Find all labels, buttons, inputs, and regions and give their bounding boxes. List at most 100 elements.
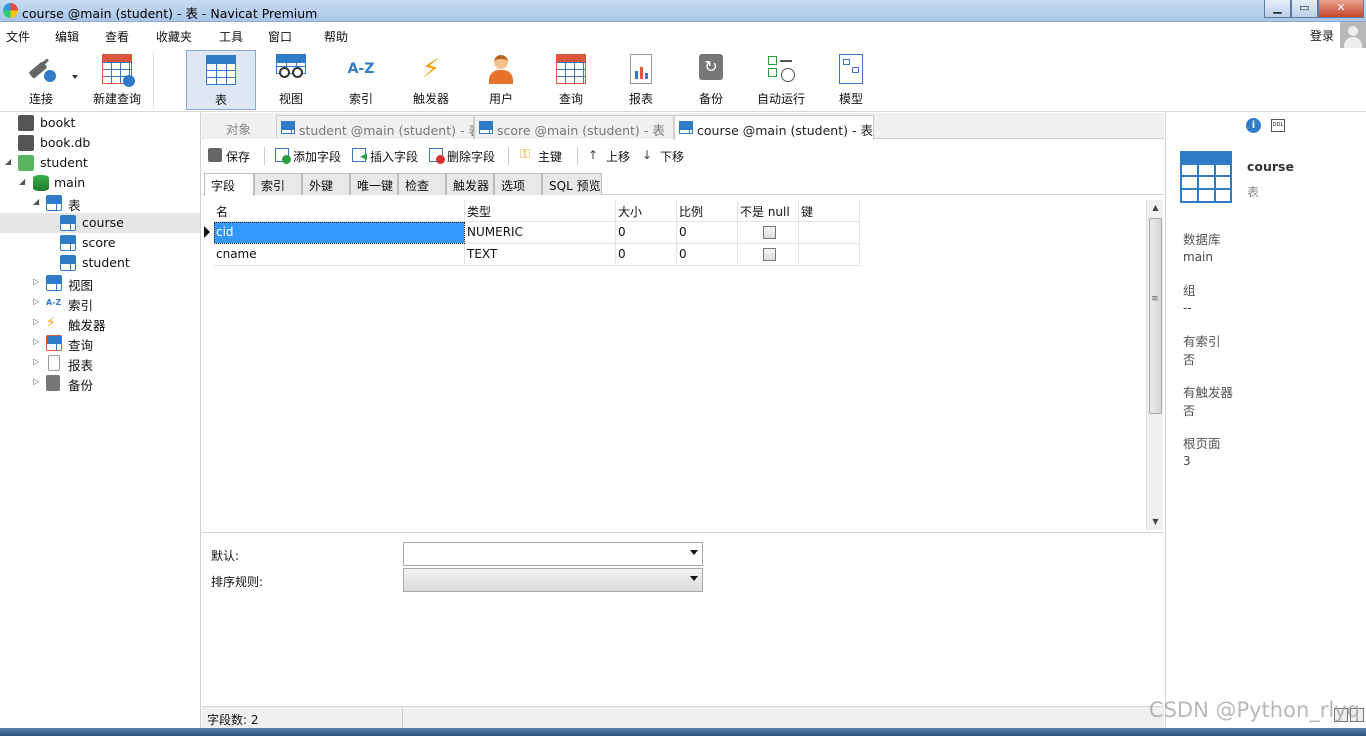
user-avatar[interactable] bbox=[1340, 22, 1366, 48]
tree-item-bookt[interactable]: bookt bbox=[0, 113, 200, 133]
tree-item-indexes[interactable]: ▷ A-Z 索引 bbox=[0, 293, 200, 314]
field-type-cell[interactable]: TEXT bbox=[465, 244, 616, 266]
field-size-cell[interactable]: 0 bbox=[616, 244, 677, 266]
tab-course-table[interactable]: course @main (student) - 表 bbox=[674, 115, 874, 140]
new-query-button[interactable]: 新建查询 bbox=[90, 50, 144, 110]
scroll-down-icon[interactable]: ▼ bbox=[1147, 514, 1164, 530]
scroll-up-icon[interactable]: ▲ bbox=[1147, 200, 1164, 216]
not-null-checkbox[interactable] bbox=[763, 226, 776, 239]
tree-item-reports[interactable]: ▷ 报表 bbox=[0, 353, 200, 373]
maximize-button[interactable]: ▭ bbox=[1291, 0, 1318, 18]
menu-help[interactable]: 帮助 bbox=[324, 28, 348, 45]
tab-student-table[interactable]: student @main (student) - 表 bbox=[276, 115, 481, 139]
column-header-type[interactable]: 类型 bbox=[465, 200, 616, 222]
trigger-button[interactable]: ⚡ 触发器 bbox=[402, 50, 460, 110]
tree-item-student-table[interactable]: student bbox=[0, 253, 200, 273]
field-scale-cell[interactable]: 0 bbox=[677, 244, 738, 266]
collapsed-arrow-icon[interactable]: ▷ bbox=[33, 318, 41, 326]
new-query-icon bbox=[102, 54, 135, 87]
backup-button[interactable]: ↻ 备份 bbox=[682, 50, 740, 110]
delete-field-button[interactable]: 删除字段 bbox=[429, 148, 495, 165]
field-not-null-cell[interactable] bbox=[738, 244, 799, 266]
tab-score-table[interactable]: score @main (student) - 表 bbox=[474, 115, 674, 139]
grid-vertical-scrollbar[interactable]: ▲ ≡ ▼ bbox=[1146, 200, 1163, 530]
tree-item-main-database[interactable]: ◢ main bbox=[0, 173, 200, 193]
collapsed-arrow-icon[interactable]: ▷ bbox=[33, 338, 41, 346]
subtab-triggers[interactable]: 触发器 bbox=[446, 173, 494, 195]
index-az-icon: A-Z bbox=[46, 298, 62, 307]
move-down-button[interactable]: ↓ 下移 bbox=[642, 148, 684, 165]
subtab-options[interactable]: 选项 bbox=[494, 173, 542, 195]
field-not-null-cell[interactable] bbox=[738, 222, 799, 244]
query-icon bbox=[46, 335, 62, 351]
field-key-cell[interactable] bbox=[799, 222, 860, 244]
tree-item-course[interactable]: course bbox=[0, 213, 200, 233]
field-count-text: 字段数: 2 bbox=[207, 713, 259, 727]
info-icon[interactable]: i bbox=[1246, 118, 1261, 133]
primary-key-button[interactable]: ⚿ 主键 bbox=[520, 148, 562, 165]
query-button[interactable]: 查询 bbox=[542, 50, 600, 110]
tree-item-score[interactable]: score bbox=[0, 233, 200, 253]
subtab-unique-keys[interactable]: 唯一键 bbox=[350, 173, 398, 195]
ddl-icon[interactable]: DDL bbox=[1271, 119, 1285, 132]
subtab-fields[interactable]: 字段 bbox=[204, 173, 254, 196]
add-field-button[interactable]: 添加字段 bbox=[275, 148, 341, 165]
field-scale-cell[interactable]: 0 bbox=[677, 222, 738, 244]
field-key-cell[interactable] bbox=[799, 244, 860, 266]
column-header-not-null[interactable]: 不是 null bbox=[738, 200, 799, 222]
minimize-button[interactable]: ▁ bbox=[1264, 0, 1291, 18]
index-button[interactable]: A-Z 索引 bbox=[332, 50, 390, 110]
expanded-arrow-icon[interactable]: ◢ bbox=[33, 198, 41, 206]
column-header-key[interactable]: 键 bbox=[799, 200, 860, 222]
report-button[interactable]: 报表 bbox=[612, 50, 670, 110]
menu-favorites[interactable]: 收藏夹 bbox=[156, 28, 192, 45]
move-up-button[interactable]: ↑ 上移 bbox=[588, 148, 630, 165]
close-button[interactable]: ✕ bbox=[1318, 0, 1364, 18]
default-select[interactable] bbox=[403, 542, 703, 566]
collapsed-arrow-icon[interactable]: ▷ bbox=[33, 378, 41, 386]
scrollbar-thumb[interactable] bbox=[1149, 218, 1162, 414]
field-size-cell[interactable]: 0 bbox=[616, 222, 677, 244]
menu-view[interactable]: 查看 bbox=[105, 28, 129, 45]
column-header-size[interactable]: 大小 bbox=[616, 200, 677, 222]
table-button[interactable]: 表 bbox=[186, 50, 256, 110]
menu-window[interactable]: 窗口 bbox=[268, 28, 292, 45]
subtab-sql-preview[interactable]: SQL 预览 bbox=[542, 173, 602, 195]
login-link[interactable]: 登录 bbox=[1310, 27, 1334, 44]
tree-item-views[interactable]: ▷ 视图 bbox=[0, 273, 200, 293]
expanded-arrow-icon[interactable]: ◢ bbox=[19, 178, 27, 186]
field-name-cell[interactable]: cname bbox=[214, 244, 465, 266]
tree-item-tables[interactable]: ◢ 表 bbox=[0, 193, 200, 213]
automation-button[interactable]: 自动运行 bbox=[752, 50, 810, 110]
insert-field-button[interactable]: ◀ 插入字段 bbox=[352, 148, 418, 165]
menu-tools[interactable]: 工具 bbox=[219, 28, 243, 45]
tab-objects[interactable]: 对象 bbox=[204, 115, 276, 139]
menu-file[interactable]: 文件 bbox=[6, 28, 30, 45]
subtab-checks[interactable]: 检查 bbox=[398, 173, 446, 195]
arrow-up-icon: ↑ bbox=[588, 148, 599, 162]
tree-item-student-connection[interactable]: ◢ student bbox=[0, 153, 200, 173]
field-type-cell[interactable]: NUMERIC bbox=[465, 222, 616, 244]
view-button[interactable]: 视图 bbox=[262, 50, 320, 110]
menu-edit[interactable]: 编辑 bbox=[55, 28, 79, 45]
tree-item-queries[interactable]: ▷ 查询 bbox=[0, 333, 200, 353]
collapsed-arrow-icon[interactable]: ▷ bbox=[33, 358, 41, 366]
tree-item-backups[interactable]: ▷ 备份 bbox=[0, 373, 200, 393]
column-header-scale[interactable]: 比例 bbox=[677, 200, 738, 222]
connect-dropdown-icon[interactable] bbox=[72, 75, 78, 79]
collapsed-arrow-icon[interactable]: ▷ bbox=[33, 298, 41, 306]
column-header-name[interactable]: 名 bbox=[214, 200, 465, 222]
save-button[interactable]: 保存 bbox=[208, 148, 250, 165]
tree-item-triggers[interactable]: ▷ ⚡ 触发器 bbox=[0, 313, 200, 333]
user-button[interactable]: 用户 bbox=[472, 50, 530, 110]
collapsed-arrow-icon[interactable]: ▷ bbox=[33, 278, 41, 286]
collation-select[interactable] bbox=[403, 568, 703, 592]
model-button[interactable]: 模型 bbox=[822, 50, 880, 110]
expanded-arrow-icon[interactable]: ◢ bbox=[5, 158, 13, 166]
tree-item-book-db[interactable]: book.db bbox=[0, 133, 200, 153]
subtab-foreign-keys[interactable]: 外键 bbox=[302, 173, 350, 195]
connect-button[interactable]: 连接 bbox=[18, 50, 64, 110]
subtab-indexes[interactable]: 索引 bbox=[254, 173, 302, 195]
field-name-cell[interactable]: cid bbox=[214, 222, 465, 244]
not-null-checkbox[interactable] bbox=[763, 248, 776, 261]
